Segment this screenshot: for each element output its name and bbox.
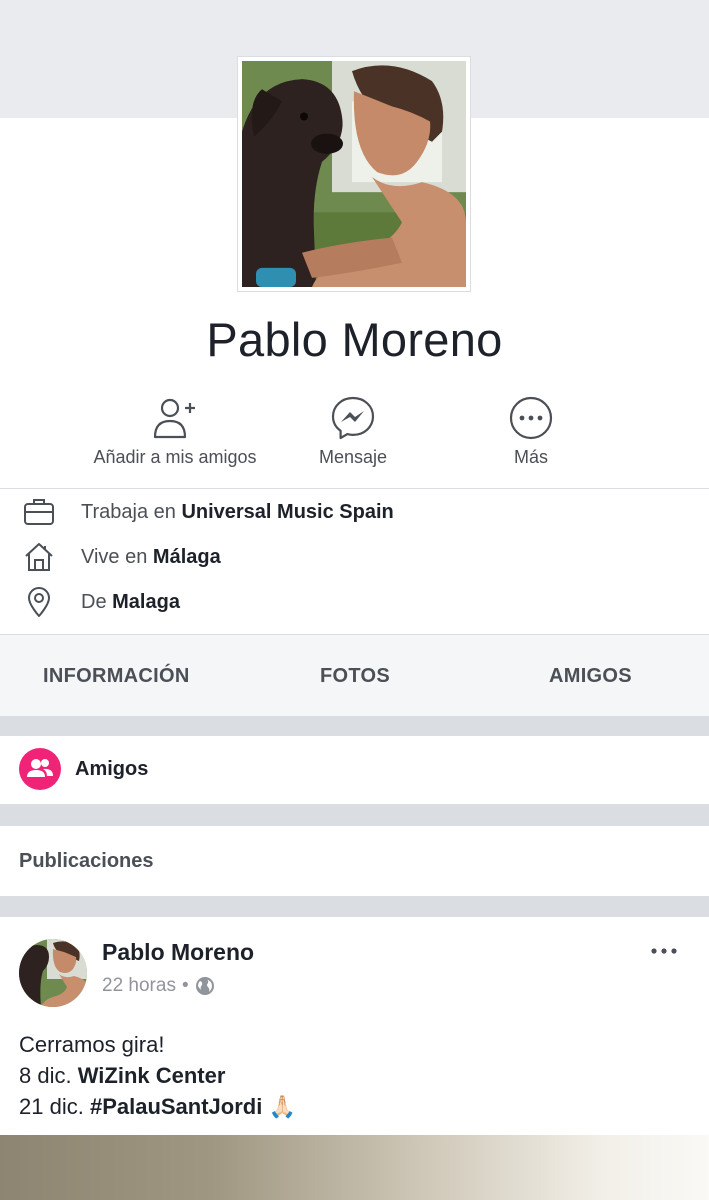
tab-fotos[interactable]: FOTOS xyxy=(320,665,390,688)
more-circle-icon xyxy=(509,396,553,440)
briefcase-icon xyxy=(24,499,54,525)
more-label: Más xyxy=(513,447,548,467)
post-line-3: 21 dic. #PalauSantJordi 🙏🏻 xyxy=(19,1094,296,1119)
profile-picture[interactable] xyxy=(237,56,471,292)
more-button[interactable]: Más xyxy=(431,395,631,468)
friends-section[interactable]: Amigos xyxy=(0,736,709,804)
add-friend-button[interactable]: Añadir a mis amigos xyxy=(75,395,275,468)
info-lives[interactable]: Vive en Málaga xyxy=(0,537,709,577)
post-author-avatar[interactable] xyxy=(19,939,87,1007)
divider xyxy=(0,488,709,489)
post-time[interactable]: 22 horas xyxy=(102,975,176,997)
info-from-text: De Malaga xyxy=(81,590,180,613)
tab-amigos[interactable]: AMIGOS xyxy=(549,665,632,688)
info-from[interactable]: De Malaga xyxy=(0,582,709,622)
globe-icon xyxy=(195,977,214,995)
add-friend-icon xyxy=(153,398,195,439)
post-line-1: Cerramos gira! xyxy=(19,1032,165,1057)
info-work-text: Trabaja en Universal Music Spain xyxy=(81,500,394,523)
post-author-name[interactable]: Pablo Moreno xyxy=(102,939,254,966)
post-meta: 22 horas • xyxy=(102,975,215,997)
section-gap xyxy=(0,896,709,917)
friends-icon xyxy=(27,759,53,777)
profile-tabs: INFORMACIÓN FOTOS AMIGOS xyxy=(0,634,709,716)
info-work[interactable]: Trabaja en Universal Music Spain xyxy=(0,492,709,532)
post-image[interactable] xyxy=(0,1135,709,1200)
friends-label: Amigos xyxy=(75,758,149,780)
post-text: Cerramos gira! 8 dic. WiZink Center 21 d… xyxy=(19,1029,296,1122)
publications-header: Publicaciones xyxy=(0,826,709,896)
home-icon xyxy=(25,543,53,571)
add-friend-label: Añadir a mis amigos xyxy=(93,447,257,467)
message-button[interactable]: Mensaje xyxy=(253,395,453,468)
section-gap xyxy=(0,716,709,736)
location-pin-icon xyxy=(28,587,50,617)
message-label: Mensaje xyxy=(318,447,388,467)
messenger-icon xyxy=(331,396,375,440)
post-line-2: 8 dic. WiZink Center xyxy=(19,1063,226,1088)
friends-badge xyxy=(19,748,61,790)
profile-actions: Añadir a mis amigos Mensaje Más xyxy=(0,395,709,475)
profile-photo xyxy=(242,61,466,287)
more-dots-icon[interactable] xyxy=(649,945,679,957)
praying-hands-emoji: 🙏🏻 xyxy=(268,1094,296,1119)
info-lives-text: Vive en Málaga xyxy=(81,545,221,568)
tab-informacion[interactable]: INFORMACIÓN xyxy=(43,665,190,688)
section-gap xyxy=(0,804,709,826)
post-meta-separator: • xyxy=(181,975,189,996)
publications-label: Publicaciones xyxy=(19,850,154,872)
profile-name: Pablo Moreno xyxy=(206,313,503,366)
post-card: Pablo Moreno 22 horas • Cerramos gira! 8… xyxy=(0,917,709,1135)
